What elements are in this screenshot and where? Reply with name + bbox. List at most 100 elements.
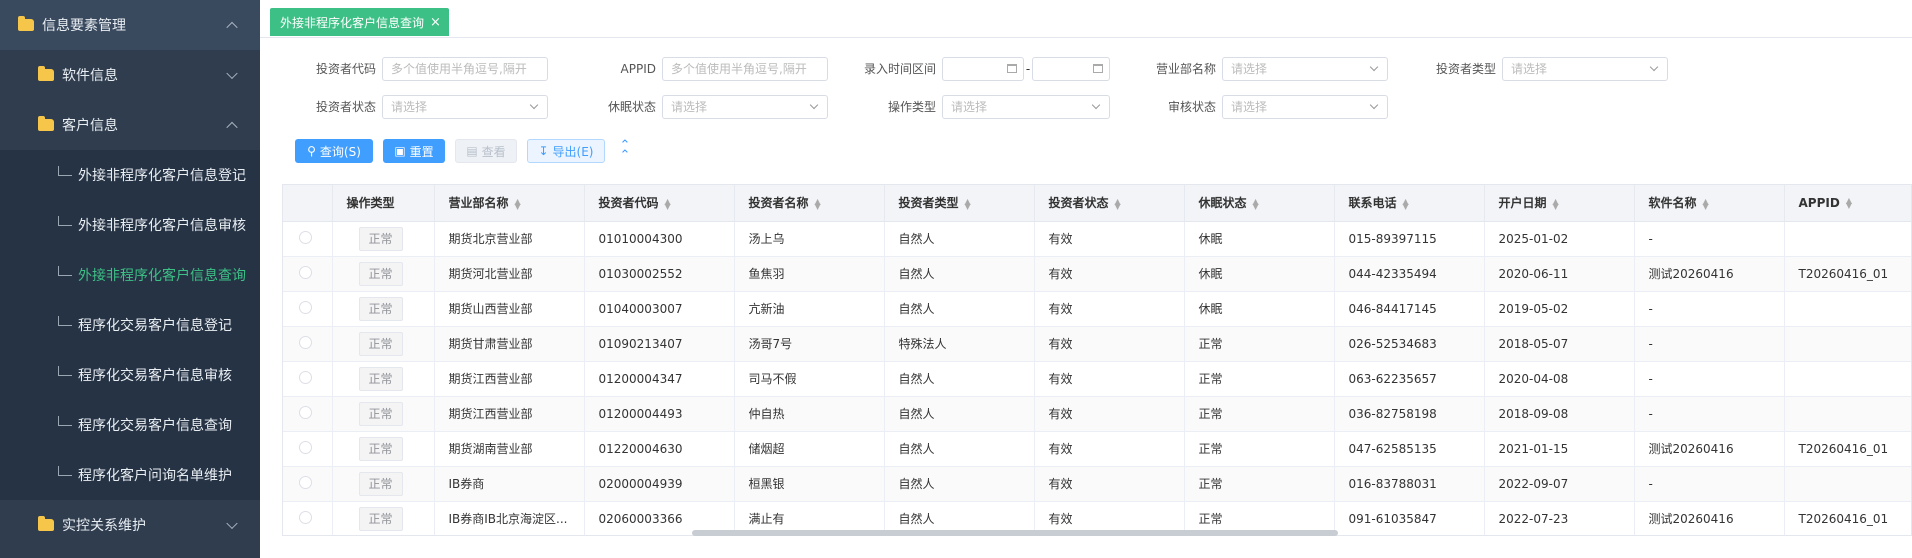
sort-icon[interactable]: ▲ ▼ — [965, 197, 971, 210]
review-status-select[interactable]: 请选择 — [1222, 95, 1388, 119]
appid-cell: T20260416_01 — [1784, 431, 1911, 467]
investor-type-select[interactable]: 请选择 — [1502, 57, 1668, 81]
entry-time-end-input[interactable] — [1032, 57, 1110, 81]
collapse-filters-icon[interactable]: ⌃ ⌃ — [618, 139, 632, 162]
sidebar-item-info-elements[interactable]: 信息要素管理 — [0, 0, 260, 50]
investor-status-select[interactable]: 请选择 — [382, 95, 548, 119]
export-button[interactable]: ↧ 导出(E) — [527, 139, 605, 163]
row-radio[interactable] — [299, 475, 312, 489]
row-radio[interactable] — [299, 300, 312, 314]
sidebar-item-customer-info[interactable]: 客户信息 — [0, 100, 260, 150]
investor-name-cell: 汤哥7号 — [734, 326, 885, 362]
investor-name-cell: 桓黑银 — [734, 466, 885, 502]
sidebar-item-prog-inquiry-list[interactable]: 程序化客户问询名单维护 — [0, 450, 260, 500]
column-header-investor-type[interactable]: 投资者类型 ▲ ▼ — [884, 185, 1035, 222]
investor-status-cell: 有效 — [1034, 466, 1185, 502]
column-header-label: 软件名称 — [1648, 196, 1697, 211]
software-name-cell: - — [1634, 361, 1785, 397]
sort-icon[interactable]: ▲ ▼ — [1703, 197, 1709, 210]
column-header-branch[interactable]: 营业部名称 ▲ ▼ — [434, 185, 585, 222]
dormant-status-label: 休眠状态 — [607, 100, 656, 114]
software-name-cell: 测试20260416 — [1634, 431, 1785, 467]
investor-code-cell: 02000004939 — [584, 466, 735, 502]
table-row[interactable]: 正常 期货江西营业部 01200004347 司马不假 自然人 有效 正常 063-62235… — [283, 361, 1911, 397]
column-header-software-name[interactable]: 软件名称 ▲ ▼ — [1634, 185, 1785, 222]
entry-time-label: 录入时间区间 — [863, 62, 936, 76]
sort-icon[interactable]: ▲ ▼ — [665, 197, 671, 210]
operation-type-select[interactable]: 请选择 — [942, 95, 1110, 119]
investor-code-input[interactable]: 多个值使用半角逗号,隔开 — [382, 57, 548, 81]
view-button-label: 查看 — [481, 144, 506, 159]
table-row[interactable]: 正常 IB券商 02000004939 桓黑银 自然人 有效 正常 016-83788031 2… — [283, 466, 1911, 502]
tab-non-prog-query[interactable]: 外接非程序化客户信息查询 × — [270, 8, 449, 36]
row-radio[interactable] — [299, 370, 312, 384]
sort-icon[interactable]: ▲ ▼ — [1115, 197, 1121, 210]
software-name-cell: - — [1634, 291, 1785, 327]
appid-input[interactable]: 多个值使用半角逗号,隔开 — [662, 57, 828, 81]
row-radio[interactable] — [299, 230, 312, 244]
column-header-appid[interactable]: APPID ▲ ▼ — [1784, 185, 1911, 222]
table-row[interactable]: 正常 期货甘肃营业部 01090213407 汤哥7号 特殊法人 有效 正常 026-5253… — [283, 326, 1911, 362]
sidebar-item-non-prog-register[interactable]: 外接非程序化客户信息登记 — [0, 150, 260, 200]
operation-type-tag: 正常 — [358, 366, 403, 391]
column-header-operation-type[interactable]: 操作类型 — [332, 185, 435, 222]
investor-name-cell: 汤上乌 — [734, 221, 885, 257]
sidebar-item-control-relation[interactable]: 实控关系维护 — [0, 500, 260, 550]
reset-button[interactable]: ▣ 重置 — [383, 139, 445, 163]
sidebar-item-prog-query[interactable]: 程序化交易客户信息查询 — [0, 400, 260, 450]
sort-icon[interactable]: ▲ ▼ — [1403, 197, 1409, 210]
column-header-phone[interactable]: 联系电话 ▲ ▼ — [1334, 185, 1485, 222]
operation-type-cell: 正常 — [332, 221, 435, 257]
sidebar: 信息要素管理 软件信息 客户信息 外接非程序化客户信息登记 外接非程序化客户信息… — [0, 0, 260, 558]
column-header-dormant-status[interactable]: 休眠状态 ▲ ▼ — [1184, 185, 1335, 222]
investor-status-cell: 有效 — [1034, 291, 1185, 327]
sidebar-item-prog-register[interactable]: 程序化交易客户信息登记 — [0, 300, 260, 350]
sidebar-item-label: 程序化客户问询名单维护 — [78, 468, 232, 484]
table-row[interactable]: 正常 期货湖南营业部 01220004630 储烟超 自然人 有效 正常 047-625851… — [283, 431, 1911, 467]
column-header-open-date[interactable]: 开户日期 ▲ ▼ — [1484, 185, 1635, 222]
phone-cell: 026-52534683 — [1334, 326, 1485, 362]
phone-cell: 046-84417145 — [1334, 291, 1485, 327]
investor-type-select-placeholder: 请选择 — [1511, 62, 1548, 76]
dormant-status-select-placeholder: 请选择 — [671, 100, 708, 114]
sort-icon[interactable]: ▲ ▼ — [815, 197, 821, 210]
open-date-cell: 2020-04-08 — [1484, 361, 1635, 397]
sidebar-item-prog-review[interactable]: 程序化交易客户信息审核 — [0, 350, 260, 400]
sort-icon[interactable]: ▲ ▼ — [1553, 197, 1559, 210]
sort-icon[interactable]: ▲ ▼ — [515, 197, 521, 210]
table-row[interactable]: 正常 期货江西营业部 01200004493 仲自热 自然人 有效 正常 036-827581… — [283, 396, 1911, 432]
close-icon[interactable]: × — [430, 15, 441, 30]
column-header-investor-code[interactable]: 投资者代码 ▲ ▼ — [584, 185, 735, 222]
chevron-down-icon — [226, 67, 238, 80]
chevron-down-icon — [1091, 100, 1101, 110]
row-radio[interactable] — [299, 405, 312, 419]
row-radio[interactable] — [299, 265, 312, 279]
column-header-investor-status[interactable]: 投资者状态 ▲ ▼ — [1034, 185, 1185, 222]
column-header-investor-name[interactable]: 投资者名称 ▲ ▼ — [734, 185, 885, 222]
row-radio[interactable] — [299, 510, 312, 524]
branch-cell: 期货河北营业部 — [434, 256, 585, 292]
data-table: 操作类型 营业部名称 ▲ ▼ 投资者代码 ▲ ▼ 投资者名称 ▲ ▼ 投资者类型 ▲ ▼ 投资者… — [282, 184, 1912, 536]
query-button[interactable]: ⚲ 查询(S) — [295, 139, 373, 163]
column-header-label: 开户日期 — [1498, 196, 1547, 211]
folder-icon — [18, 16, 34, 31]
sort-icon[interactable]: ▲ ▼ — [1846, 197, 1852, 210]
dormant-status-select[interactable]: 请选择 — [662, 95, 828, 119]
table-row[interactable]: 正常 期货山西营业部 01040003007 亢新油 自然人 有效 休眠 046-844171… — [283, 291, 1911, 327]
investor-name-cell: 亢新油 — [734, 291, 885, 327]
row-radio[interactable] — [299, 335, 312, 349]
branch-cell: IB券商 — [434, 466, 585, 502]
table-header-row: 操作类型 营业部名称 ▲ ▼ 投资者代码 ▲ ▼ 投资者名称 ▲ ▼ 投资者类型 ▲ ▼ 投资者… — [283, 185, 1911, 222]
table-row[interactable]: 正常 期货北京营业部 01010004300 汤上乌 自然人 有效 休眠 015-893971… — [283, 221, 1911, 257]
branch-select[interactable]: 请选择 — [1222, 57, 1388, 81]
dormant-status-cell: 正常 — [1184, 431, 1335, 467]
sort-icon[interactable]: ▲ ▼ — [1253, 197, 1259, 210]
sidebar-item-non-prog-query[interactable]: 外接非程序化客户信息查询 — [0, 250, 260, 300]
sidebar-item-non-prog-review[interactable]: 外接非程序化客户信息审核 — [0, 200, 260, 250]
table-row[interactable]: 正常 期货河北营业部 01030002552 鱼焦羽 自然人 有效 休眠 044-423354… — [283, 256, 1911, 292]
entry-time-start-input[interactable] — [942, 57, 1024, 81]
horizontal-scrollbar[interactable] — [692, 530, 1338, 536]
view-button[interactable]: ▤ 查看 — [455, 139, 517, 163]
row-radio[interactable] — [299, 440, 312, 454]
sidebar-item-software-info[interactable]: 软件信息 — [0, 50, 260, 100]
